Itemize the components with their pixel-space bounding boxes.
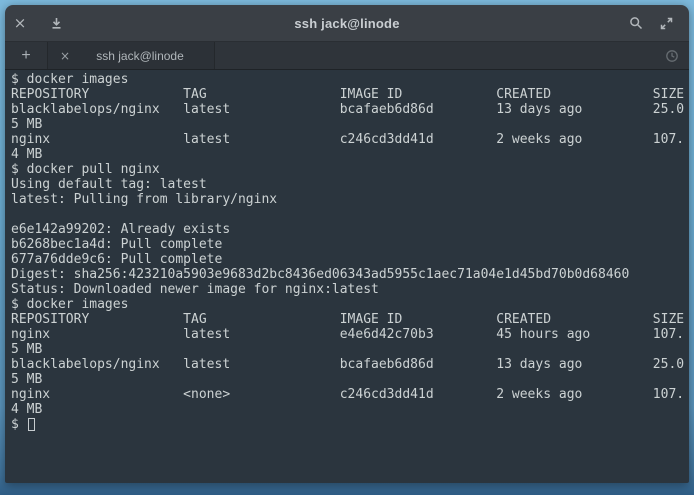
history-button[interactable] xyxy=(655,42,689,69)
tab-ssh-jack-linode[interactable]: × ssh jack@linode xyxy=(48,42,215,69)
titlebar[interactable]: × ssh jack@linode xyxy=(5,5,689,42)
tab-label: ssh jack@linode xyxy=(82,49,214,63)
terminal-line: 5 MB xyxy=(11,117,689,132)
close-icon: × xyxy=(60,49,70,63)
terminal-cursor xyxy=(28,418,35,431)
terminal-line: nginx latest c246cd3dd41d 2 weeks ago 10… xyxy=(11,132,689,147)
terminal-line: $ docker images xyxy=(11,72,689,87)
search-button[interactable] xyxy=(621,5,651,42)
terminal-line: 4 MB xyxy=(11,147,689,162)
terminal-line: Digest: sha256:423210a5903e9683d2bc8436e… xyxy=(11,267,689,282)
prompt-text: $ xyxy=(11,417,27,432)
terminal-output: $ docker imagesREPOSITORY TAG IMAGE ID C… xyxy=(11,72,689,417)
terminal-window: × ssh jack@linode xyxy=(5,5,689,483)
history-icon xyxy=(665,49,679,63)
terminal-line: $ docker pull nginx xyxy=(11,162,689,177)
terminal-line: Using default tag: latest xyxy=(11,177,689,192)
tabbar: + × ssh jack@linode xyxy=(5,42,689,70)
terminal-line: blacklabelops/nginx latest bcafaeb6d86d … xyxy=(11,357,689,372)
terminal-area[interactable]: $ docker imagesREPOSITORY TAG IMAGE ID C… xyxy=(5,70,689,483)
plus-icon: + xyxy=(21,47,30,65)
titlebar-left-controls: × xyxy=(5,5,95,42)
download-button[interactable] xyxy=(41,5,71,42)
close-icon: × xyxy=(14,16,27,31)
terminal-line: 677a76dde9c6: Pull complete xyxy=(11,252,689,267)
terminal-line: e6e142a99202: Already exists xyxy=(11,222,689,237)
titlebar-right-controls xyxy=(599,5,689,42)
terminal-line: REPOSITORY TAG IMAGE ID CREATED SIZE xyxy=(11,87,689,102)
new-tab-button[interactable]: + xyxy=(5,42,48,69)
terminal-line: nginx latest e4e6d42c70b3 45 hours ago 1… xyxy=(11,327,689,342)
terminal-line: latest: Pulling from library/nginx xyxy=(11,192,689,207)
terminal-prompt-line: $ xyxy=(11,417,689,432)
terminal-line: nginx <none> c246cd3dd41d 2 weeks ago 10… xyxy=(11,387,689,402)
close-window-button[interactable]: × xyxy=(5,5,35,42)
terminal-line: b6268bec1a4d: Pull complete xyxy=(11,237,689,252)
terminal-line: 4 MB xyxy=(11,402,689,417)
terminal-line: 5 MB xyxy=(11,372,689,387)
tab-close-button[interactable]: × xyxy=(48,49,82,63)
terminal-line: $ docker images xyxy=(11,297,689,312)
terminal-line: blacklabelops/nginx latest bcafaeb6d86d … xyxy=(11,102,689,117)
terminal-line: 5 MB xyxy=(11,342,689,357)
terminal-line xyxy=(11,207,689,222)
expand-button[interactable] xyxy=(651,5,681,42)
desktop-wallpaper: { "titlebar": { "title": "ssh jack@linod… xyxy=(0,0,694,495)
search-icon xyxy=(629,16,643,30)
tabbar-spacer xyxy=(215,42,655,69)
window-title: ssh jack@linode xyxy=(95,16,599,31)
terminal-line: REPOSITORY TAG IMAGE ID CREATED SIZE xyxy=(11,312,689,327)
expand-icon xyxy=(660,17,673,30)
download-icon xyxy=(50,17,63,30)
terminal-line: Status: Downloaded newer image for nginx… xyxy=(11,282,689,297)
